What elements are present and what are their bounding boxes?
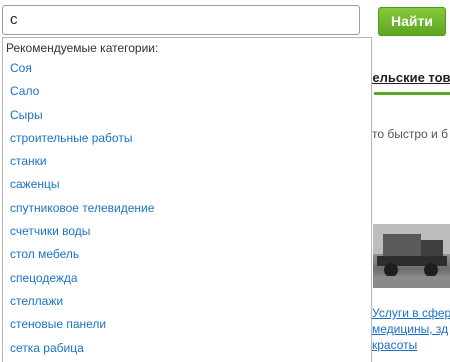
truck-photo[interactable] <box>373 224 450 288</box>
dropdown-title: Рекомендуемые категории: <box>6 41 159 55</box>
suggestion-item[interactable]: спецодежда <box>3 267 371 290</box>
suggestion-item[interactable]: сетка рабица <box>3 337 371 360</box>
suggestion-item[interactable]: счетчики воды <box>3 220 371 243</box>
section-heading[interactable]: тельские тов <box>366 70 450 85</box>
suggestion-item[interactable]: саженцы <box>3 173 371 196</box>
truck-image <box>373 224 450 288</box>
autocomplete-dropdown: Рекомендуемые категории: Соя Сало Сыры с… <box>2 37 372 362</box>
services-link-line-3[interactable]: красоты <box>372 338 417 352</box>
suggestion-list: Соя Сало Сыры строительные работы станки… <box>3 57 371 360</box>
suggestion-item[interactable]: стеллажи <box>3 290 371 313</box>
suggestion-item[interactable]: строительные работы <box>3 127 371 150</box>
services-link-line-1[interactable]: Услуги в сфер <box>372 306 450 320</box>
search-button[interactable]: Найти <box>378 7 446 36</box>
section-description: то быстро и б <box>372 127 448 141</box>
suggestion-item[interactable]: станки <box>3 150 371 173</box>
search-input[interactable]: с <box>2 5 360 35</box>
services-link-line-2[interactable]: медицины, зд <box>372 322 448 336</box>
suggestion-item[interactable]: Сало <box>3 80 371 103</box>
suggestion-item[interactable]: Сыры <box>3 104 371 127</box>
suggestion-item[interactable]: Соя <box>3 57 371 80</box>
suggestion-item[interactable]: спутниковое телевидение <box>3 197 371 220</box>
suggestion-item[interactable]: стеновые панели <box>3 313 371 336</box>
section-underline <box>374 92 450 95</box>
page: тельские тов то быстро и б Услуги в сфер… <box>0 0 450 362</box>
suggestion-item[interactable]: стол мебель <box>3 243 371 266</box>
